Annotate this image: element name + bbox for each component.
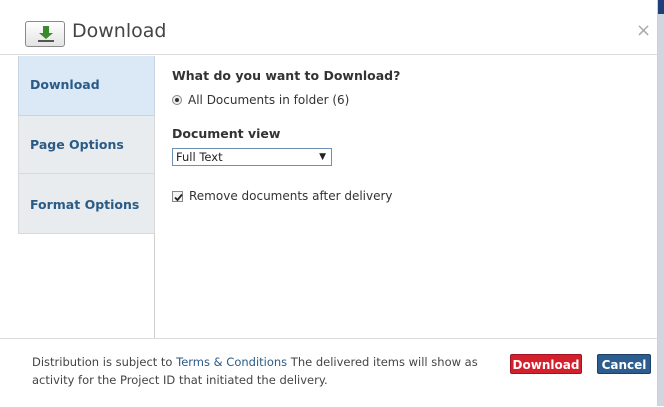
options-panel: What do you want to Download? All Docume… [156, 56, 656, 338]
dialog-footer: Distribution is subject to Terms & Condi… [0, 338, 657, 407]
cancel-button[interactable]: Cancel [597, 354, 651, 374]
download-question-label: What do you want to Download? [172, 68, 401, 83]
download-icon-button [25, 21, 65, 47]
tab-download-options[interactable]: Download Options [18, 56, 155, 150]
checkmark-icon [174, 193, 183, 201]
download-button[interactable]: Download [510, 354, 582, 374]
background-window-edge [658, 0, 664, 406]
all-documents-option[interactable]: All Documents in folder (6) [172, 92, 349, 108]
dialog-titlebar: Download × [0, 0, 657, 55]
document-view-select[interactable]: Full Text ▼ [172, 148, 332, 166]
notice-text-before: Distribution is subject to [32, 355, 177, 369]
terms-conditions-link[interactable]: Terms & Conditions [176, 355, 287, 369]
all-documents-radio[interactable] [172, 95, 182, 105]
close-icon[interactable]: × [636, 22, 651, 40]
options-sidebar: Download Options Page Options Format Opt… [18, 56, 155, 338]
distribution-notice: Distribution is subject to Terms & Condi… [32, 353, 502, 389]
remove-documents-option[interactable]: Remove documents after delivery [172, 188, 393, 204]
remove-documents-checkbox[interactable] [172, 190, 183, 202]
download-dialog: Download × Download Options Page Options… [0, 0, 658, 406]
download-arrow-icon [38, 26, 54, 42]
tab-page-options[interactable]: Page Options [18, 116, 155, 174]
document-view-value: Full Text [176, 150, 223, 164]
remove-documents-label: Remove documents after delivery [189, 189, 393, 203]
all-documents-label: All Documents in folder (6) [188, 93, 350, 107]
dropdown-arrow-icon: ▼ [319, 152, 326, 162]
document-view-label: Document view [172, 126, 281, 141]
dialog-title: Download [72, 20, 167, 42]
tab-format-options[interactable]: Format Options [18, 174, 155, 234]
